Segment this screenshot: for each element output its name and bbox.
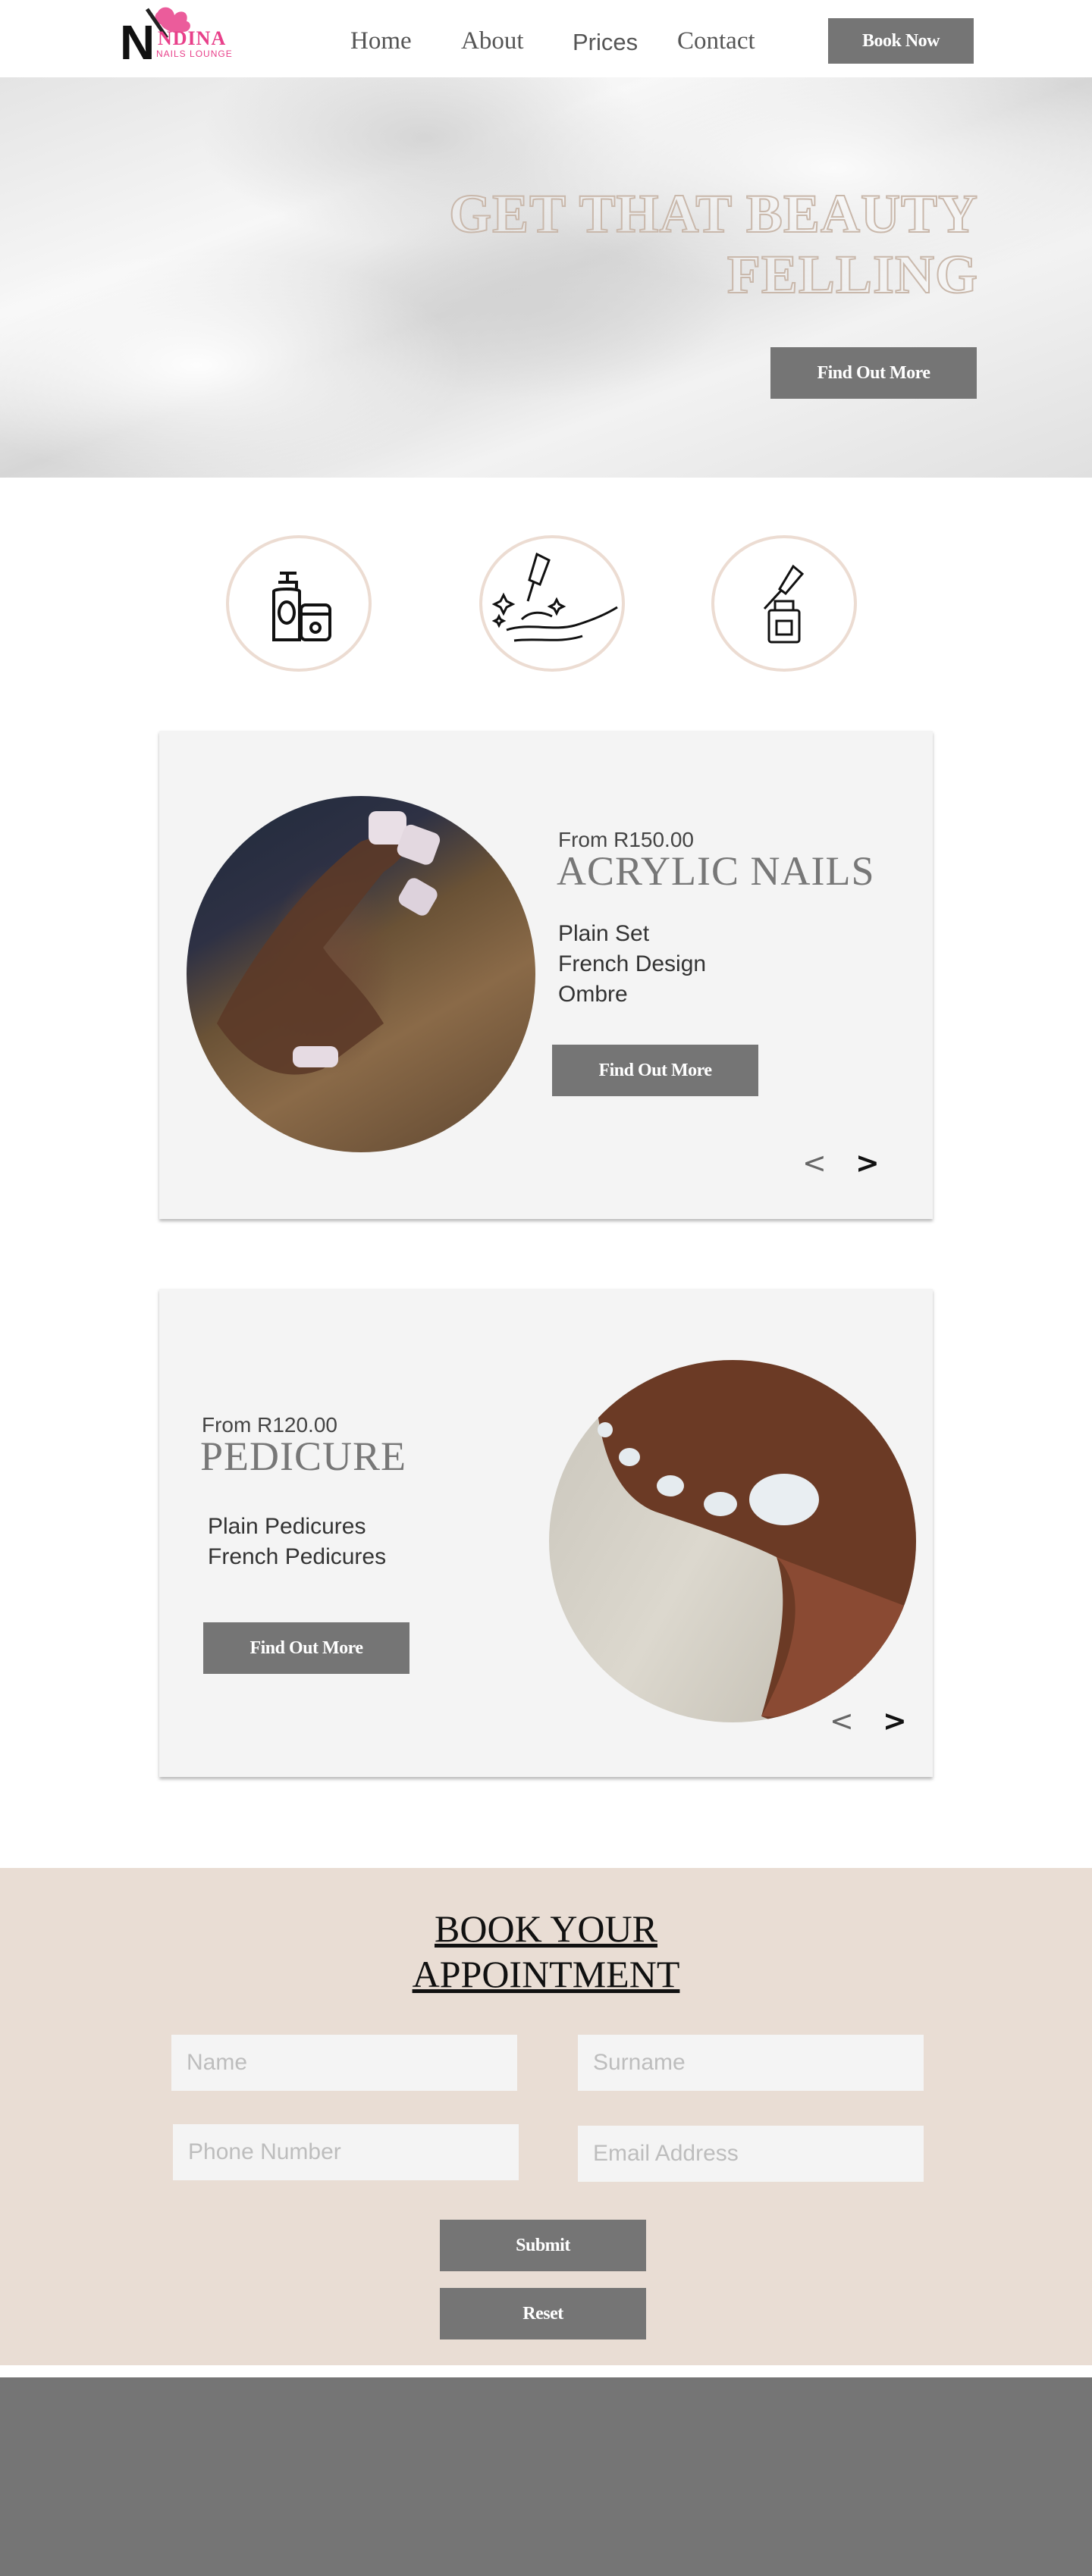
nav-link-prices[interactable]: Prices xyxy=(573,29,638,56)
feature-lotion xyxy=(226,535,372,672)
submit-button[interactable]: Submit xyxy=(440,2220,646,2271)
list-item: Ombre xyxy=(558,982,628,1007)
service-card-acrylic: From R150.00 ACRYLIC NAILS Plain Set Fre… xyxy=(159,731,933,1219)
booking-title: BOOK YOUR APPOINTMENT xyxy=(0,1906,1092,1997)
nail-polish-hand-icon xyxy=(491,552,618,642)
booking-title-line-2: APPOINTMENT xyxy=(412,1953,680,1995)
email-field[interactable] xyxy=(578,2126,924,2182)
acrylic-service-list: Plain Set French Design Ombre xyxy=(558,919,706,1010)
booking-title-line-1: BOOK YOUR xyxy=(435,1907,657,1950)
pedicure-photo xyxy=(549,1360,916,1722)
list-item: Plain Set xyxy=(558,921,650,946)
pedicure-service-list: Plain Pedicures French Pedicures xyxy=(208,1512,386,1572)
footer xyxy=(0,2377,1092,2576)
acrylic-title: ACRYLIC NAILS xyxy=(557,848,875,894)
book-now-button[interactable]: Book Now xyxy=(828,18,974,64)
booking-section: BOOK YOUR APPOINTMENT Submit Reset xyxy=(0,1868,1092,2365)
feature-serum xyxy=(711,535,857,672)
nav-link-about[interactable]: About xyxy=(461,27,524,55)
carousel-prev-arrow[interactable]: < xyxy=(830,1704,854,1738)
carousel-next-arrow[interactable]: > xyxy=(855,1146,880,1180)
hero-find-out-more-button[interactable]: Find Out More xyxy=(770,347,977,399)
logo-subtext: NAILS LOUNGE xyxy=(156,49,233,59)
brand-logo[interactable]: N NDINA NAILS LOUNGE xyxy=(120,5,232,70)
name-field[interactable] xyxy=(171,2035,517,2091)
svg-text:N: N xyxy=(120,15,155,67)
hero-banner: GET THAT BEAUTY FELLING Find Out More xyxy=(0,77,1092,478)
lotion-bottle-icon xyxy=(272,572,331,641)
hero-title: GET THAT BEAUTY FELLING xyxy=(372,183,978,306)
acrylic-find-out-more-button[interactable]: Find Out More xyxy=(552,1045,758,1096)
hero-title-line-1: GET THAT BEAUTY xyxy=(448,183,978,245)
pedicure-find-out-more-button[interactable]: Find Out More xyxy=(203,1622,410,1674)
nav-link-home[interactable]: Home xyxy=(350,27,412,55)
carousel-prev-arrow[interactable]: < xyxy=(802,1146,827,1180)
list-item: French Pedicures xyxy=(208,1544,387,1569)
carousel-next-arrow[interactable]: > xyxy=(883,1704,907,1738)
list-item: Plain Pedicures xyxy=(208,1514,366,1539)
list-item: French Design xyxy=(558,951,707,976)
hero-title-line-2: FELLING xyxy=(726,243,978,306)
logo-wordmark: NDINA xyxy=(158,27,227,49)
acrylic-nails-photo xyxy=(187,796,535,1152)
phone-field[interactable] xyxy=(173,2124,519,2180)
reset-button[interactable]: Reset xyxy=(440,2288,646,2339)
feature-nail-polish xyxy=(479,535,625,672)
service-card-pedicure: From R120.00 PEDICURE Plain Pedicures Fr… xyxy=(159,1289,933,1777)
top-navigation: N NDINA NAILS LOUNGE Home About Prices C… xyxy=(0,0,1092,76)
surname-field[interactable] xyxy=(578,2035,924,2091)
serum-dropper-icon xyxy=(763,564,805,644)
pedicure-title: PEDICURE xyxy=(200,1434,407,1479)
nav-link-contact[interactable]: Contact xyxy=(677,27,755,55)
